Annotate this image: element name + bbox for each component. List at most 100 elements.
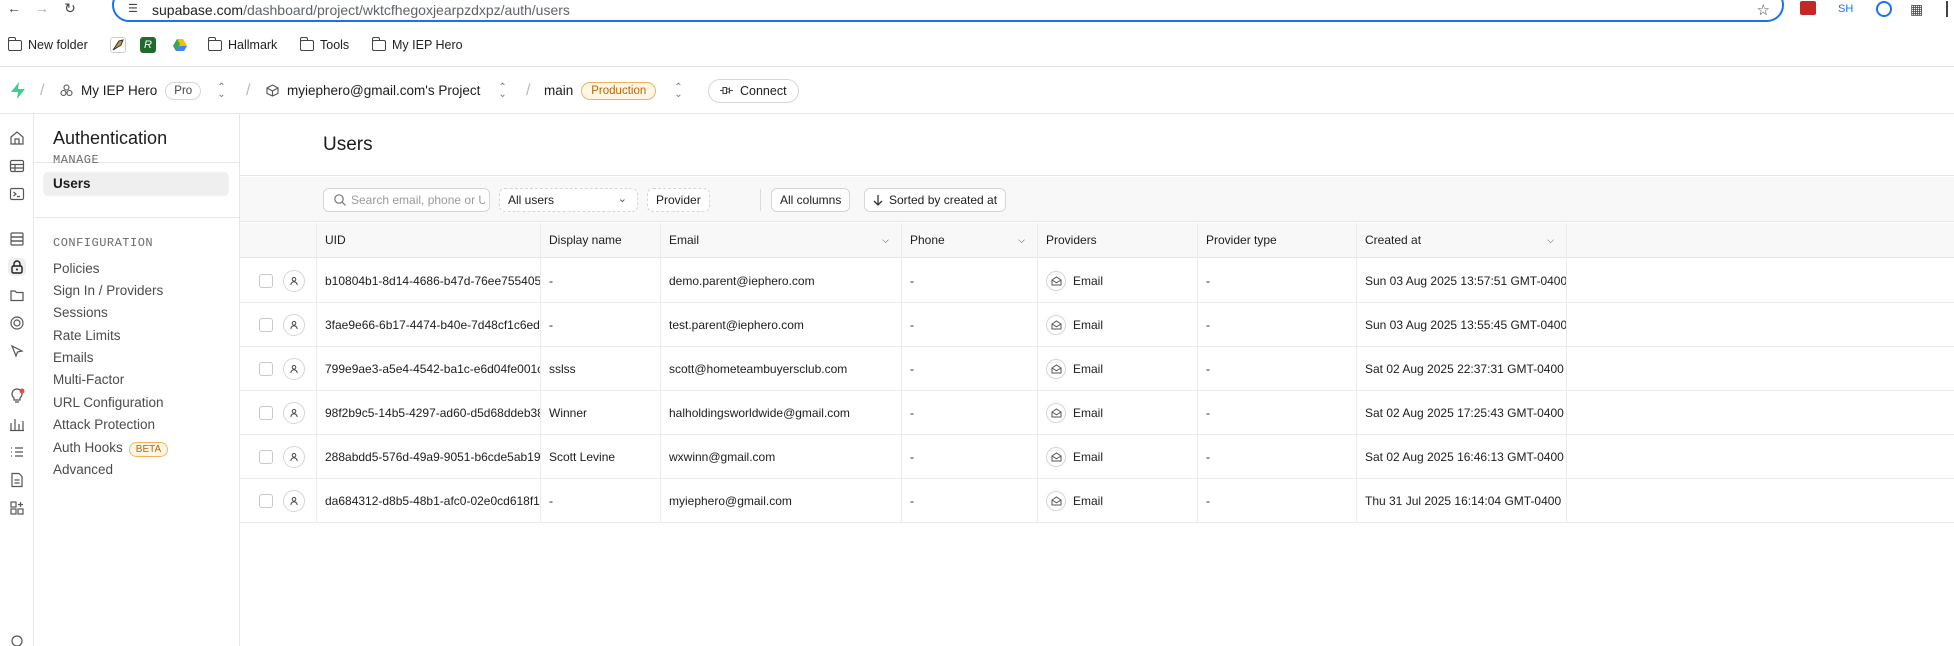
cell-provider[interactable]: Email: [1038, 479, 1198, 522]
row-checkbox[interactable]: [259, 405, 273, 420]
cell-display-name[interactable]: Scott Levine: [541, 435, 661, 478]
columns-button[interactable]: All columns: [771, 188, 851, 212]
bookmark-star-icon[interactable]: ☆: [1757, 1, 1770, 19]
cell-uid[interactable]: 3fae9e66-6b17-4474-b40e-7d48cf1c6ede: [317, 303, 541, 346]
cell-provider[interactable]: Email: [1038, 303, 1198, 346]
table-editor-icon[interactable]: [8, 157, 26, 175]
sort-button[interactable]: Sorted by created at: [864, 188, 1007, 212]
advisors-icon[interactable]: [8, 387, 26, 405]
cell-provider-type[interactable]: -: [1198, 303, 1357, 346]
sidebar-item-multi-factor[interactable]: Multi-Factor: [53, 372, 124, 387]
branch-selector[interactable]: main Production ⌃ ⌄: [544, 67, 683, 114]
chevron-down-icon[interactable]: ⌵: [1547, 235, 1554, 246]
cell-created-at[interactable]: Sat 02 Aug 2025 16:46:13 GMT-0400: [1357, 435, 1567, 478]
cell-provider[interactable]: Email: [1038, 259, 1198, 302]
chevron-down-icon[interactable]: ⌵: [1018, 235, 1025, 246]
row-checkbox[interactable]: [259, 273, 273, 288]
column-header-uid[interactable]: UID: [317, 223, 541, 257]
org-selector[interactable]: My IEP Hero Pro ⌃ ⌄: [60, 67, 226, 114]
table-row[interactable]: 288abdd5-576d-49a9-9051-b6cde5ab190d Scot…: [240, 435, 1954, 479]
table-row[interactable]: 799e9ae3-a5e4-4542-ba1c-e6d04fe001c2 ssls…: [240, 347, 1954, 391]
cell-email[interactable]: wxwinn@gmail.com: [661, 435, 902, 478]
cell-provider[interactable]: Email: [1038, 347, 1198, 390]
api-docs-icon[interactable]: [8, 471, 26, 489]
provider-filter-button[interactable]: Provider: [647, 188, 710, 212]
cell-provider-type[interactable]: -: [1198, 259, 1357, 302]
cell-uid[interactable]: 288abdd5-576d-49a9-9051-b6cde5ab190d: [317, 435, 541, 478]
cell-uid[interactable]: 98f2b9c5-14b5-4297-ad60-d5d68ddeb38f: [317, 391, 541, 434]
cell-phone[interactable]: -: [902, 391, 1038, 434]
users-filter-select[interactable]: All users ⌄: [499, 188, 638, 212]
row-checkbox[interactable]: [259, 449, 273, 464]
cell-phone[interactable]: -: [902, 435, 1038, 478]
bookmark-tools[interactable]: Tools: [299, 34, 349, 56]
cell-created-at[interactable]: Thu 31 Jul 2025 16:14:04 GMT-0400: [1357, 479, 1567, 522]
cell-display-name[interactable]: Winner: [541, 391, 661, 434]
integrations-icon[interactable]: [8, 499, 26, 517]
cell-provider-type[interactable]: -: [1198, 391, 1357, 434]
table-row[interactable]: 3fae9e66-6b17-4474-b40e-7d48cf1c6ede - tes…: [240, 303, 1954, 347]
cell-provider-type[interactable]: -: [1198, 435, 1357, 478]
connect-button[interactable]: Connect: [708, 78, 799, 103]
extension-red-icon[interactable]: [1800, 1, 1816, 15]
cell-display-name[interactable]: sslss: [541, 347, 661, 390]
cell-provider-type[interactable]: -: [1198, 479, 1357, 522]
column-header-provider-type[interactable]: Provider type: [1198, 223, 1357, 257]
sidebar-item-emails[interactable]: Emails: [53, 350, 94, 365]
sql-editor-icon[interactable]: [8, 185, 26, 203]
table-row[interactable]: da684312-d8b5-48b1-afc0-02e0cd618f12- myi…: [240, 479, 1954, 523]
bookmark-my-iep-hero[interactable]: My IEP Hero: [371, 34, 463, 56]
sidebar-item-url-configuration[interactable]: URL Configuration: [53, 395, 164, 410]
cell-email[interactable]: demo.parent@iephero.com: [661, 259, 902, 302]
edge-functions-icon[interactable]: [8, 314, 26, 332]
bookmark-hallmark[interactable]: Hallmark: [207, 34, 277, 56]
cell-email[interactable]: halholdingsworldwide@gmail.com: [661, 391, 902, 434]
sidebar-item-sessions[interactable]: Sessions: [53, 305, 108, 320]
cell-display-name[interactable]: -: [541, 479, 661, 522]
sidebar-item-policies[interactable]: Policies: [53, 261, 100, 276]
sidebar-item-attack-protection[interactable]: Attack Protection: [53, 417, 155, 432]
cell-email[interactable]: test.parent@iephero.com: [661, 303, 902, 346]
supabase-logo[interactable]: [10, 67, 26, 114]
cell-phone[interactable]: -: [902, 303, 1038, 346]
cell-created-at[interactable]: Sat 02 Aug 2025 17:25:43 GMT-0400: [1357, 391, 1567, 434]
column-header-providers[interactable]: Providers: [1038, 223, 1198, 257]
cell-display-name[interactable]: -: [541, 303, 661, 346]
reports-icon[interactable]: [8, 415, 26, 433]
sidebar-item-rate-limits[interactable]: Rate Limits: [53, 328, 121, 343]
logs-icon[interactable]: [8, 443, 26, 461]
cell-provider-type[interactable]: -: [1198, 347, 1357, 390]
cell-display-name[interactable]: -: [541, 259, 661, 302]
bookmark-feather[interactable]: [110, 34, 126, 56]
column-header-created-at[interactable]: Created at ⌵: [1357, 223, 1567, 257]
cell-uid[interactable]: da684312-d8b5-48b1-afc0-02e0cd618f12: [317, 479, 541, 522]
bookmark-new-folder[interactable]: New folder: [7, 34, 88, 56]
reload-icon[interactable]: ↻: [60, 0, 80, 18]
sidebar-item-users[interactable]: Users: [43, 172, 229, 196]
row-checkbox[interactable]: [259, 493, 273, 508]
settings-icon[interactable]: [8, 632, 26, 646]
chevron-down-icon[interactable]: ⌵: [882, 235, 889, 246]
column-header-email[interactable]: Email ⌵: [661, 223, 902, 257]
back-icon[interactable]: ←: [4, 0, 24, 18]
sidebar-item-sign-in-providers[interactable]: Sign In / Providers: [53, 283, 163, 298]
cell-created-at[interactable]: Sat 02 Aug 2025 22:37:31 GMT-0400: [1357, 347, 1567, 390]
column-header-phone[interactable]: Phone ⌵: [902, 223, 1038, 257]
extension-circle-icon[interactable]: [1876, 1, 1892, 17]
realtime-icon[interactable]: [8, 342, 26, 360]
cell-phone[interactable]: -: [902, 259, 1038, 302]
site-settings-icon[interactable]: ☰: [128, 4, 142, 15]
cell-created-at[interactable]: Sun 03 Aug 2025 13:55:45 GMT-0400: [1357, 303, 1567, 346]
project-selector[interactable]: myiephero@gmail.com's Project ⌃ ⌄: [266, 67, 507, 114]
search-input[interactable]: [351, 192, 485, 208]
cell-uid[interactable]: b10804b1-8d14-4686-b47d-76ee755405d8: [317, 259, 541, 302]
bookmark-drive[interactable]: [172, 34, 188, 56]
cell-provider[interactable]: Email: [1038, 435, 1198, 478]
cell-created-at[interactable]: Sun 03 Aug 2025 13:57:51 GMT-0400: [1357, 259, 1567, 302]
cell-phone[interactable]: -: [902, 479, 1038, 522]
row-checkbox[interactable]: [259, 361, 273, 376]
table-row[interactable]: 98f2b9c5-14b5-4297-ad60-d5d68ddeb38f Winn…: [240, 391, 1954, 435]
sidebar-item-advanced[interactable]: Advanced: [53, 462, 113, 477]
cell-provider[interactable]: Email: [1038, 391, 1198, 434]
cell-uid[interactable]: 799e9ae3-a5e4-4542-ba1c-e6d04fe001c2: [317, 347, 541, 390]
